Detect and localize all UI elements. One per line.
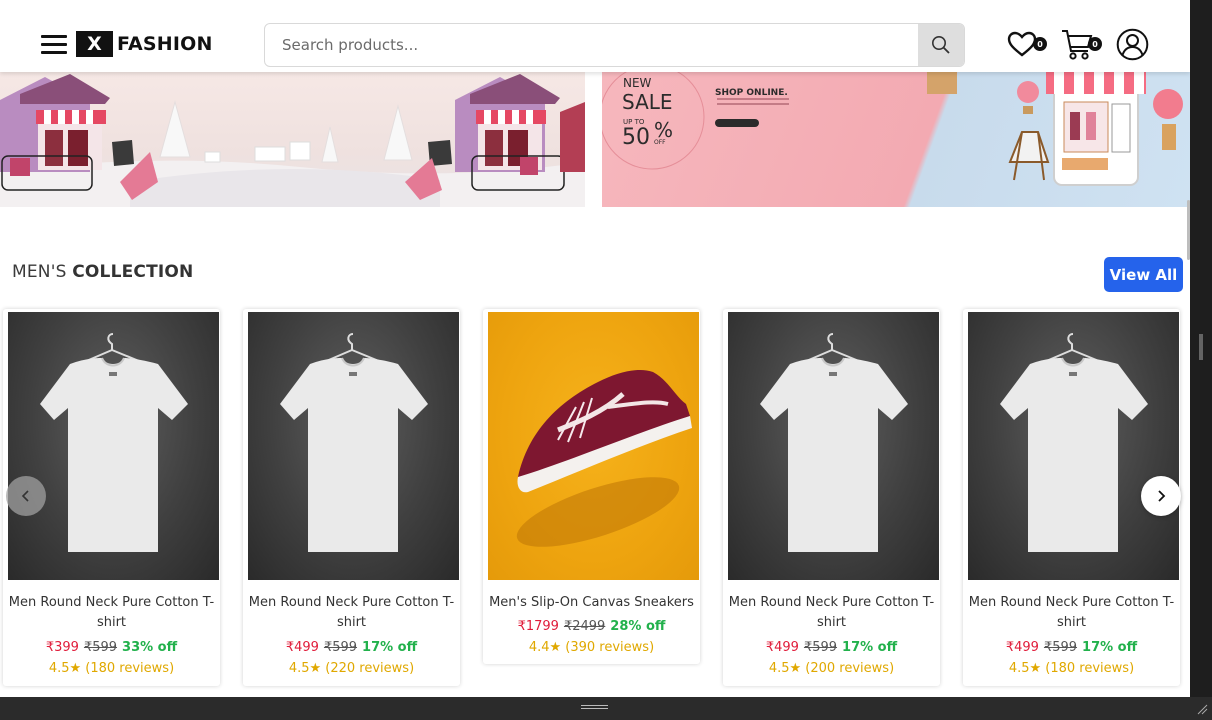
search-icon [932,36,950,54]
product-rating: 4.5★ (180 reviews) [1008,661,1135,676]
product-card[interactable]: Men Round Neck Pure Cotton T-shirt ₹499 ₹… [723,309,940,686]
promo-banner-left[interactable] [0,72,585,207]
banner-illustration-shops [0,74,585,207]
product-rating: 4.5★ (200 reviews) [768,661,895,676]
product-original-price: ₹599 [83,640,118,655]
banner-shop-online-label: SHOP ONLINE. [715,88,788,98]
chevron-right-icon [1158,490,1166,502]
carousel-prev-button[interactable] [6,476,46,516]
product-price: ₹1799 [517,619,559,634]
product-price-row: ₹499 ₹599 17% off [963,640,1180,655]
product-rating: 4.5★ (180 reviews) [48,661,175,676]
product-discount: 17% off [842,640,898,655]
site-header: X FASHION 0 0 [0,0,1190,72]
product-rating: 4.5★ (220 reviews) [288,661,415,676]
brand-logo[interactable]: X FASHION [76,31,213,57]
logo-text: FASHION [117,33,213,55]
product-rating: 4.4★ (390 reviews) [528,640,655,655]
hamburger-icon[interactable] [41,35,67,55]
product-image[interactable] [8,312,219,580]
product-original-price: ₹599 [1043,640,1078,655]
product-original-price: ₹2499 [563,619,606,634]
view-all-button[interactable]: View All [1104,257,1183,292]
product-discount: 33% off [122,640,178,655]
product-price-row: ₹499 ₹599 17% off [243,640,460,655]
banner-illustration-store [602,72,1183,186]
banner-new-label: NEW [623,76,652,90]
product-name[interactable]: Men Round Neck Pure Cotton T-shirt [245,593,458,633]
banner-fifty-label: 50 [622,125,650,150]
side-resize-handle[interactable] [1199,334,1203,360]
product-name[interactable]: Men's Slip-On Canvas Sneakers [485,593,698,613]
cart-button[interactable]: 0 [1060,27,1106,63]
product-price-row: ₹399 ₹599 33% off [3,640,220,655]
banner-off-label: OFF [654,139,666,146]
logo-mark: X [76,31,113,57]
bottom-resize-handle[interactable] [581,705,608,711]
product-discount: 17% off [362,640,418,655]
product-price: ₹399 [45,640,79,655]
product-image[interactable] [488,312,699,580]
search-input[interactable] [265,24,918,66]
product-image[interactable] [728,312,939,580]
page-viewport: NEW SALE UP TO 50 % OFF SHOP ONLINE. MEN… [0,0,1190,697]
search-bar [264,23,965,67]
product-price: ₹499 [1005,640,1039,655]
wishlist-count-badge: 0 [1033,37,1047,51]
product-name[interactable]: Men Round Neck Pure Cotton T-shirt [725,593,938,633]
section-title-collection: COLLECTION [72,262,194,282]
product-discount: 17% off [1082,640,1138,655]
section-title-men: MEN'S [12,262,67,282]
promo-banner-right[interactable]: NEW SALE UP TO 50 % OFF SHOP ONLINE. [602,72,1190,207]
product-name[interactable]: Men Round Neck Pure Cotton T-shirt [5,593,218,633]
chevron-left-icon [21,490,29,502]
product-price-row: ₹1799 ₹2499 28% off [483,619,700,634]
carousel-next-button[interactable] [1141,476,1181,516]
product-card[interactable]: Men Round Neck Pure Cotton T-shirt ₹499 ₹… [243,309,460,686]
banner-sale-label: SALE [622,90,673,114]
user-icon [1116,28,1149,61]
section-title: MEN'S COLLECTION [12,262,194,282]
product-price-row: ₹499 ₹599 17% off [723,640,940,655]
wishlist-button[interactable]: 0 [1007,30,1051,60]
product-name[interactable]: Men Round Neck Pure Cotton T-shirt [965,593,1178,633]
product-discount: 28% off [610,619,666,634]
search-button[interactable] [918,24,964,66]
product-card[interactable]: Men's Slip-On Canvas Sneakers ₹1799 ₹2499… [483,309,700,664]
product-price: ₹499 [285,640,319,655]
product-image[interactable] [248,312,459,580]
cart-count-badge: 0 [1088,37,1102,51]
product-image[interactable] [968,312,1179,580]
product-price: ₹499 [765,640,799,655]
account-button[interactable] [1116,28,1149,61]
corner-resize-icon[interactable] [1196,703,1208,715]
product-original-price: ₹599 [803,640,838,655]
product-original-price: ₹599 [323,640,358,655]
